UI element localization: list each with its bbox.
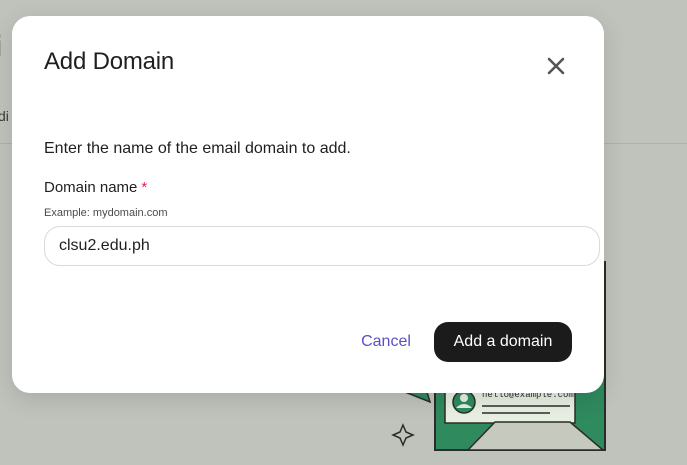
domain-name-label: Domain name * <box>44 179 147 196</box>
close-icon <box>547 57 565 75</box>
background-page-subtitle: di <box>0 108 9 124</box>
sparkle-icon <box>391 423 415 447</box>
domain-name-input[interactable] <box>44 226 600 266</box>
background-page-title: i <box>0 30 2 64</box>
add-domain-dialog: Add Domain Enter the name of the email d… <box>12 16 604 393</box>
domain-name-label-text: Domain name <box>44 179 138 196</box>
dialog-instruction: Enter the name of the email domain to ad… <box>44 140 351 157</box>
domain-name-hint: Example: mydomain.com <box>44 207 168 219</box>
required-marker: * <box>141 179 148 196</box>
add-domain-button[interactable]: Add a domain <box>434 322 572 362</box>
cancel-button[interactable]: Cancel <box>342 322 430 362</box>
close-button[interactable] <box>542 52 570 80</box>
dialog-title: Add Domain <box>44 48 175 75</box>
